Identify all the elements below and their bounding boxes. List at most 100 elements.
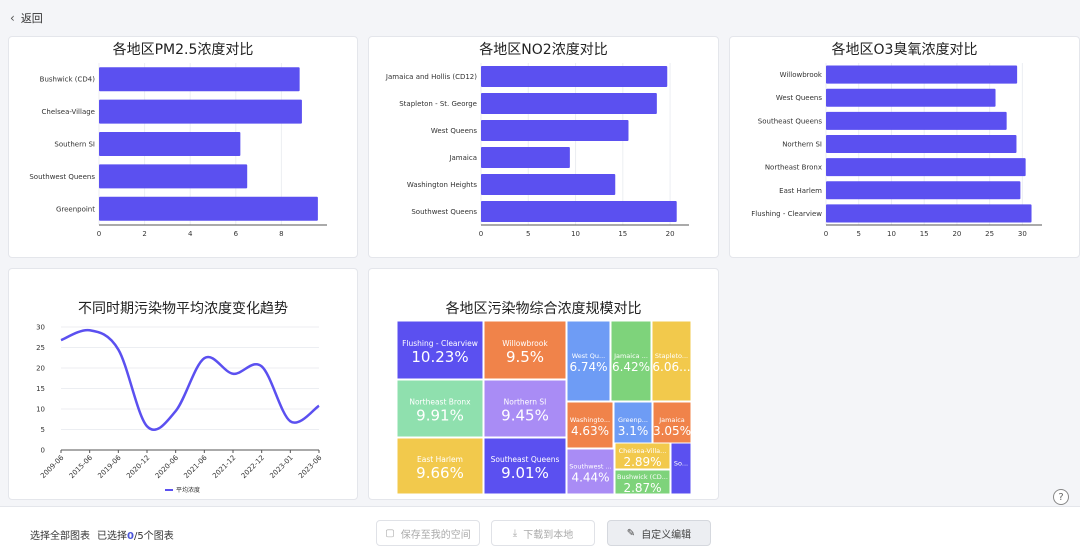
- category-label: Chelsea-Village: [42, 108, 95, 116]
- treemap-label: Southeast Queens: [491, 455, 560, 464]
- category-label: Southeast Queens: [758, 117, 823, 125]
- treemap-value: 4.63%: [571, 424, 609, 438]
- chart-card-o3[interactable]: 各地区O3臭氧浓度对比 0 5 10 15 20 25 30 Willowbrook West …: [729, 36, 1080, 258]
- bar-chart-no2: 0 5 10 15 20 Jamaica and Hollis (CD12) Staplet…: [385, 63, 689, 238]
- chevron-left-icon[interactable]: ‹: [10, 11, 15, 25]
- bar: [826, 134, 1017, 154]
- selected-count-text: 已选择0/5个图表: [97, 531, 174, 542]
- bar: [826, 204, 1032, 223]
- save-icon: ▢: [385, 527, 395, 539]
- topbar: ‹ 返回: [0, 0, 1080, 36]
- treemap-label: Washingto...: [570, 416, 610, 424]
- bar: [481, 119, 629, 142]
- category-label: Washington Heights: [407, 181, 478, 189]
- x-tick-label: 20: [666, 230, 675, 238]
- treemap-label: Bushwick (CD...: [617, 473, 668, 481]
- category-label: Jamaica and Hollis (CD12): [385, 73, 477, 81]
- treemap-chart: Flushing - Clearview10.23% Willowbrook9.5…: [396, 320, 692, 495]
- treemap-value: 6.06...: [652, 360, 690, 374]
- legend-label: 平均浓度: [176, 486, 200, 494]
- x-tick-label: 2023-06: [297, 453, 324, 480]
- x-tick-label: 2023-01: [268, 454, 294, 480]
- treemap-label: Jamaica: [658, 416, 685, 424]
- bar: [99, 99, 302, 124]
- x-tick-label: 2015-06: [68, 453, 95, 480]
- treemap-value: 3.1%: [618, 424, 649, 438]
- category-label: Northern SI: [782, 141, 822, 149]
- bar: [826, 88, 996, 107]
- x-tick-label: 0: [824, 230, 828, 238]
- treemap-value: 2.87%: [623, 481, 661, 495]
- y-tick-label: 5: [41, 426, 45, 434]
- category-label: Southern SI: [54, 141, 95, 149]
- bar: [99, 67, 300, 92]
- help-icon[interactable]: ?: [1053, 489, 1069, 505]
- back-link[interactable]: 返回: [21, 10, 43, 26]
- x-tick-label: 2020-06: [154, 453, 181, 480]
- bar-chart-pm25: 0 2 4 6 8 Bushwick (CD4) Chelsea-Village Southe…: [29, 63, 327, 238]
- treemap-value: 10.23%: [411, 348, 468, 366]
- chart-card-pm25[interactable]: 各地区PM2.5浓度对比 0 2 4 6 8 Bushwick (CD4) Chelsea-…: [8, 36, 358, 258]
- download-icon: ⤓: [512, 527, 518, 539]
- bar: [826, 158, 1026, 177]
- select-all-label[interactable]: 选择全部图表: [30, 527, 90, 542]
- treemap-label: So...: [674, 460, 688, 468]
- category-label: Northeast Bronx: [765, 164, 822, 172]
- treemap-label: Jamaica ...: [613, 352, 648, 360]
- y-tick-label: 30: [36, 324, 45, 332]
- y-tick-label: 20: [36, 365, 45, 373]
- treemap-value: 9.66%: [416, 464, 464, 482]
- selected-count: 0: [127, 531, 134, 542]
- treemap-value: 2.89%: [623, 455, 661, 469]
- category-label: Flushing - Clearview: [751, 210, 822, 218]
- save-to-space-button[interactable]: ▢ 保存至我的空间: [376, 520, 480, 546]
- category-label: West Queens: [776, 94, 822, 102]
- category-label: Greenpoint: [56, 205, 95, 213]
- x-tick-label: 2021-12: [211, 454, 237, 480]
- treemap-value: 4.44%: [571, 471, 609, 485]
- chart-card-trend[interactable]: 不同时期污染物平均浓度变化趋势 0 5 10 15 20 25 30 2009-06 2015-…: [8, 268, 358, 500]
- x-tick-label: 2009-06: [39, 453, 66, 480]
- bar: [826, 181, 1021, 200]
- bar: [99, 164, 248, 189]
- bar: [481, 65, 668, 88]
- x-tick-label: 15: [618, 230, 627, 238]
- edit-icon: ✎: [626, 527, 636, 539]
- treemap-value: 9.91%: [416, 407, 464, 425]
- treemap-value: 9.5%: [506, 348, 544, 366]
- treemap-label: East Harlem: [417, 455, 463, 464]
- category-label: East Harlem: [779, 187, 822, 195]
- treemap-label: Chelsea-Villa...: [619, 447, 667, 455]
- category-label: West Queens: [431, 127, 477, 135]
- bar: [481, 146, 570, 169]
- bar: [481, 173, 616, 196]
- y-tick-label: 10: [36, 406, 45, 414]
- bar-chart-o3: 0 5 10 15 20 25 30 Willowbrook West Queens Southe…: [751, 63, 1042, 238]
- x-tick-label: 0: [97, 230, 101, 238]
- treemap-value: 9.45%: [501, 407, 549, 425]
- bar: [481, 200, 677, 223]
- y-tick-label: 0: [41, 447, 45, 455]
- y-tick-label: 15: [36, 385, 45, 393]
- category-label: Bushwick (CD4): [40, 76, 96, 84]
- treemap-value: 3.05%: [653, 424, 691, 438]
- download-button[interactable]: ⤓ 下载到本地: [491, 520, 595, 546]
- x-tick-label: 15: [920, 230, 929, 238]
- y-tick-label: 25: [36, 344, 45, 352]
- x-tick-label: 2021-06: [182, 453, 209, 480]
- x-tick-label: 8: [279, 230, 283, 238]
- x-tick-label: 5: [526, 230, 530, 238]
- chart-card-no2[interactable]: 各地区NO2浓度对比 0 5 10 15 20 Jamaica and Hollis (C…: [368, 36, 719, 258]
- custom-edit-button[interactable]: ✎ 自定义编辑: [607, 520, 711, 546]
- category-label: Stapleton - St. George: [399, 100, 477, 108]
- treemap-label: Willowbrook: [502, 339, 548, 348]
- x-tick-label: 5: [856, 230, 860, 238]
- x-tick-label: 6: [234, 230, 239, 238]
- bar: [99, 196, 318, 221]
- x-tick-label: 0: [479, 230, 483, 238]
- series-line: [60, 328, 320, 431]
- chart-card-treemap[interactable]: 各地区污染物综合浓度规模对比 Flushing - Clearview 10.23…: [368, 268, 719, 500]
- x-tick-label: 2019-06: [96, 453, 123, 480]
- line-chart-trend: 0 5 10 15 20 25 30 2009-06 2015-06 2019-06 2020-12…: [36, 324, 324, 495]
- x-tick-label: 25: [985, 230, 994, 238]
